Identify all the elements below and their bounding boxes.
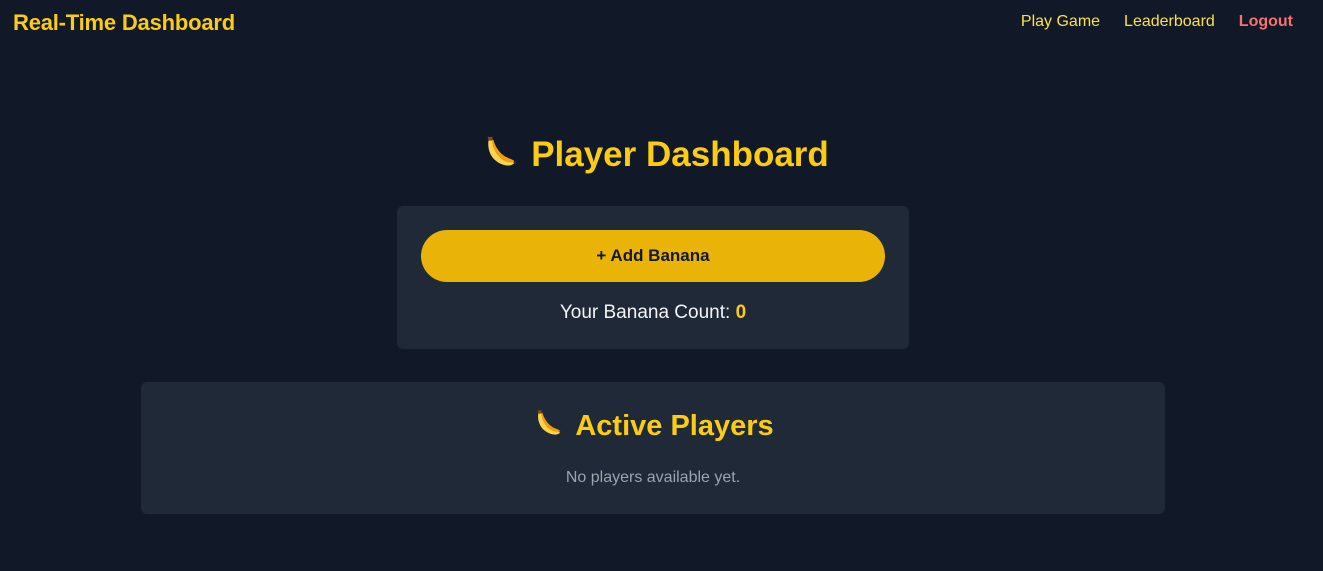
page-title-text: Player Dashboard xyxy=(531,135,829,174)
active-players-title: Active Players xyxy=(141,408,1165,443)
nav-link-play-game[interactable]: Play Game xyxy=(1021,13,1100,31)
banana-count-value: 0 xyxy=(735,302,747,323)
banana-card: + Add Banana Your Banana Count: 0 xyxy=(397,206,909,349)
nav-link-logout[interactable]: Logout xyxy=(1239,13,1293,31)
banana-icon xyxy=(487,136,518,166)
add-banana-button[interactable]: + Add Banana xyxy=(421,230,885,282)
nav-links: Play Game Leaderboard Logout xyxy=(1021,13,1293,31)
banana-count-line: Your Banana Count: 0 xyxy=(397,302,909,324)
brand-title[interactable]: Real-Time Dashboard xyxy=(13,10,235,36)
banana-icon xyxy=(537,410,563,435)
players-empty-message: No players available yet. xyxy=(565,469,741,486)
page-title: Player Dashboard xyxy=(0,134,1310,175)
active-players-panel: Active Players No players available yet. xyxy=(141,382,1165,514)
top-navbar: Real-Time Dashboard Play Game Leaderboar… xyxy=(0,0,1323,48)
nav-link-leaderboard[interactable]: Leaderboard xyxy=(1124,13,1215,31)
active-players-title-text: Active Players xyxy=(575,410,774,442)
banana-count-label: Your Banana Count: xyxy=(559,302,731,323)
